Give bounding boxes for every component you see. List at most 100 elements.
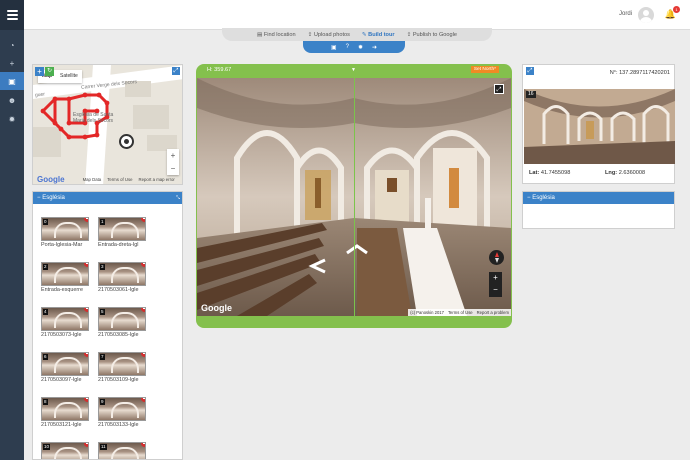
- users-icon[interactable]: ☻: [0, 91, 24, 109]
- step-upload-photos[interactable]: ⇪ Upload photos: [308, 32, 350, 38]
- thumb-label: 2170503109-Igle: [98, 377, 139, 383]
- photo-thumb[interactable]: 10: [41, 442, 89, 459]
- photo-info-panel: ⤢ N°: 137.2897117420201 16 Lat: 41.74550…: [522, 64, 675, 184]
- terms-link[interactable]: Terms of Use: [448, 310, 473, 315]
- expand-icon[interactable]: ⤢: [172, 67, 180, 75]
- save-icon[interactable]: ▣: [331, 44, 337, 51]
- group-panel: − Església: [522, 191, 675, 229]
- upload-icon: ⇪: [307, 31, 313, 38]
- thumb-label: Entrada-dreta-Igl: [98, 242, 139, 248]
- help-icon[interactable]: ?: [346, 44, 349, 50]
- zoom-in-button[interactable]: +: [489, 272, 502, 284]
- delete-icon[interactable]: [84, 263, 88, 267]
- thumb-label: 2170503133-Igle: [98, 422, 139, 428]
- collapse-icon[interactable]: −: [527, 195, 531, 201]
- plus-icon[interactable]: +: [0, 54, 24, 72]
- delete-icon[interactable]: [84, 218, 88, 222]
- user-name[interactable]: Jordi: [619, 11, 632, 17]
- thumb-number: 10: [43, 444, 51, 450]
- thumb-number: 2: [43, 264, 48, 270]
- map-data-link[interactable]: Map Data: [83, 177, 102, 182]
- photo-thumb[interactable]: 8 2170503121-Igle: [41, 397, 89, 428]
- pencil-icon: ✎: [361, 31, 367, 38]
- place-label: Església de Santa Maria dels Socors: [73, 112, 113, 124]
- report-link[interactable]: Report a map error: [139, 177, 175, 182]
- panorama-header: H: 359.67 ▼ Set North*: [196, 64, 512, 77]
- location-marker-icon[interactable]: [119, 134, 134, 149]
- step-build-tour[interactable]: ✎ Build tour: [362, 32, 395, 38]
- map-footer: Google Map Data Terms of Use Report a ma…: [33, 175, 182, 184]
- step-publish-google[interactable]: ⇪ Publish to Google: [407, 32, 457, 38]
- photo-thumb[interactable]: 0 Porta-Iglesia-Mar: [41, 217, 89, 248]
- photo-thumb[interactable]: 3 2170503061-Igle: [98, 262, 146, 293]
- delete-icon[interactable]: [84, 443, 88, 447]
- dashboard-icon[interactable]: ◔: [0, 36, 24, 54]
- delete-icon[interactable]: [141, 398, 145, 402]
- photo-thumb[interactable]: 1 Entrada-dreta-Igl: [98, 217, 146, 248]
- delete-icon[interactable]: [141, 353, 145, 357]
- photo-preview[interactable]: 16: [524, 89, 675, 164]
- delete-icon[interactable]: [141, 443, 145, 447]
- avatar[interactable]: [638, 7, 654, 23]
- tours-icon[interactable]: ▣: [0, 72, 24, 90]
- photo-thumb[interactable]: 9 2170503133-Igle: [98, 397, 146, 428]
- thumb-number: 6: [43, 354, 48, 360]
- zoom-in-button[interactable]: +: [167, 149, 179, 162]
- terms-link[interactable]: Terms of Use: [107, 177, 132, 182]
- thumb-number: 9: [100, 399, 105, 405]
- step-find-location[interactable]: ▤ Find location: [257, 32, 296, 38]
- thumbnail-grid: 0 Porta-Iglesia-Mar 1 Entrada-dreta-Igl 2 E…: [33, 204, 182, 459]
- report-link[interactable]: Report a problem: [477, 310, 509, 315]
- top-bar: Jordi 🔔 1: [24, 0, 690, 30]
- add-point-icon[interactable]: +: [35, 67, 44, 76]
- collapse-icon[interactable]: −: [37, 195, 41, 201]
- delete-icon[interactable]: [141, 263, 145, 267]
- photo-thumb[interactable]: 6 2170503097-Igle: [41, 352, 89, 383]
- pano-zoom-control[interactable]: + −: [489, 272, 502, 297]
- settings-icon[interactable]: ✹: [358, 44, 363, 51]
- chevron-down-icon[interactable]: ▼: [351, 67, 356, 73]
- refresh-icon[interactable]: ↻: [45, 67, 54, 76]
- place-label-line: Maria dels Socors: [73, 118, 114, 124]
- thumb-number: 0: [43, 219, 48, 225]
- map-zoom-control[interactable]: + −: [167, 149, 179, 175]
- zoom-out-button[interactable]: −: [167, 162, 179, 175]
- delete-icon[interactable]: [84, 353, 88, 357]
- delete-icon[interactable]: [141, 218, 145, 222]
- photo-thumb[interactable]: 2 Entrada-esquerre: [41, 262, 89, 293]
- exit-icon[interactable]: ➜: [372, 44, 377, 51]
- thumb-number: 8: [43, 399, 48, 405]
- compass-icon[interactable]: [489, 250, 504, 265]
- north-value: N°: 137.2897117420201: [609, 70, 670, 76]
- delete-icon[interactable]: [84, 398, 88, 402]
- photo-thumb[interactable]: 4 2170503073-Igle: [41, 307, 89, 338]
- delete-icon[interactable]: [84, 308, 88, 312]
- step-label: Publish to Google: [412, 31, 457, 38]
- resize-icon[interactable]: ⤡: [176, 192, 180, 204]
- menu-icon[interactable]: [0, 0, 24, 30]
- group-header[interactable]: − Església: [523, 192, 674, 204]
- set-north-button[interactable]: Set North*: [470, 66, 499, 73]
- step-tabs: ▤ Find location ⇪ Upload photos ✎ Build …: [222, 28, 492, 41]
- delete-icon[interactable]: [141, 308, 145, 312]
- fullscreen-icon[interactable]: ⤢: [494, 84, 504, 94]
- photo-thumb[interactable]: 5 2170503085-Igle: [98, 307, 146, 338]
- expand-icon[interactable]: ⤢: [526, 67, 534, 75]
- map-type-satellite[interactable]: Satellite: [56, 70, 82, 83]
- publish-icon: ⇪: [406, 31, 412, 38]
- group-header[interactable]: − Església ⤡: [33, 192, 182, 204]
- photo-thumb[interactable]: 7 2170503109-Igle: [98, 352, 146, 383]
- latitude-number: 41.7455098: [540, 170, 571, 176]
- panorama-viewer[interactable]: ⤢ + − Google (c) Panoskin 2017 Terms of …: [197, 78, 511, 316]
- longitude-value: Lng: 2.6360008: [605, 170, 645, 176]
- longitude-number: 2.6360008: [618, 170, 646, 176]
- heading-readout: H: 359.67: [207, 67, 232, 73]
- panorama-preview-image: [524, 89, 675, 164]
- map-panel[interactable]: Carrer Verge dels Socors guer Església d…: [32, 64, 183, 185]
- zoom-out-button[interactable]: −: [489, 284, 502, 296]
- photo-list-panel: − Església ⤡ 0 Porta-Iglesia-Mar 1 Entrada…: [32, 191, 183, 460]
- photo-thumb[interactable]: 11: [98, 442, 146, 459]
- thumb-label: 2170503121-Igle: [41, 422, 82, 428]
- thumb-number: 4: [43, 309, 48, 315]
- settings-icon[interactable]: ✹: [0, 110, 24, 128]
